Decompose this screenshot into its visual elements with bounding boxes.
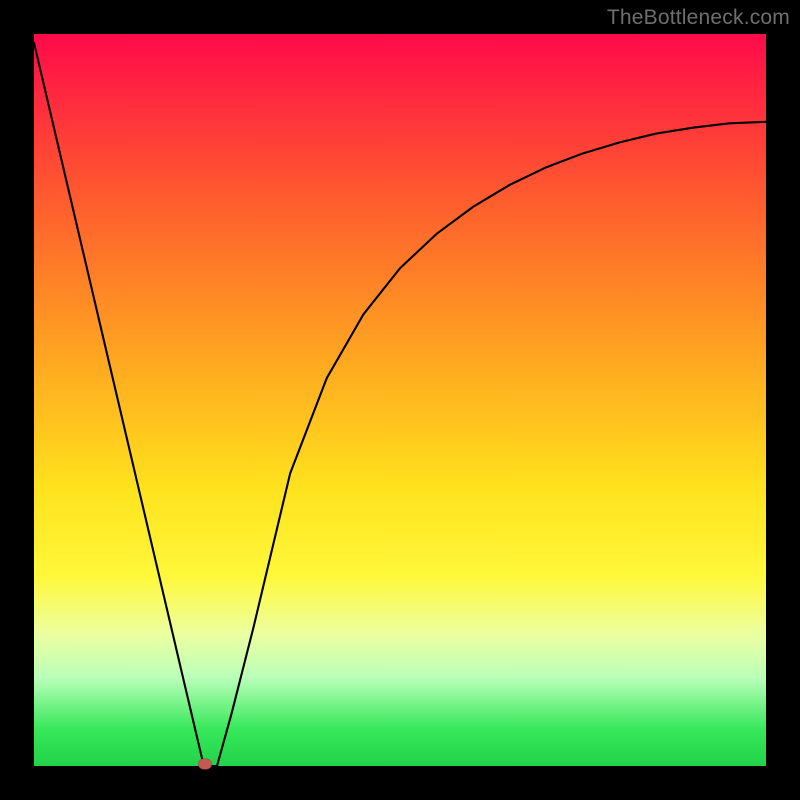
- bottleneck-curve: [34, 34, 766, 766]
- chart-plot-area: [34, 34, 766, 766]
- minimum-marker-icon: [198, 759, 212, 770]
- watermark-label: TheBottleneck.com: [607, 6, 790, 30]
- chart-frame: TheBottleneck.com: [0, 0, 800, 800]
